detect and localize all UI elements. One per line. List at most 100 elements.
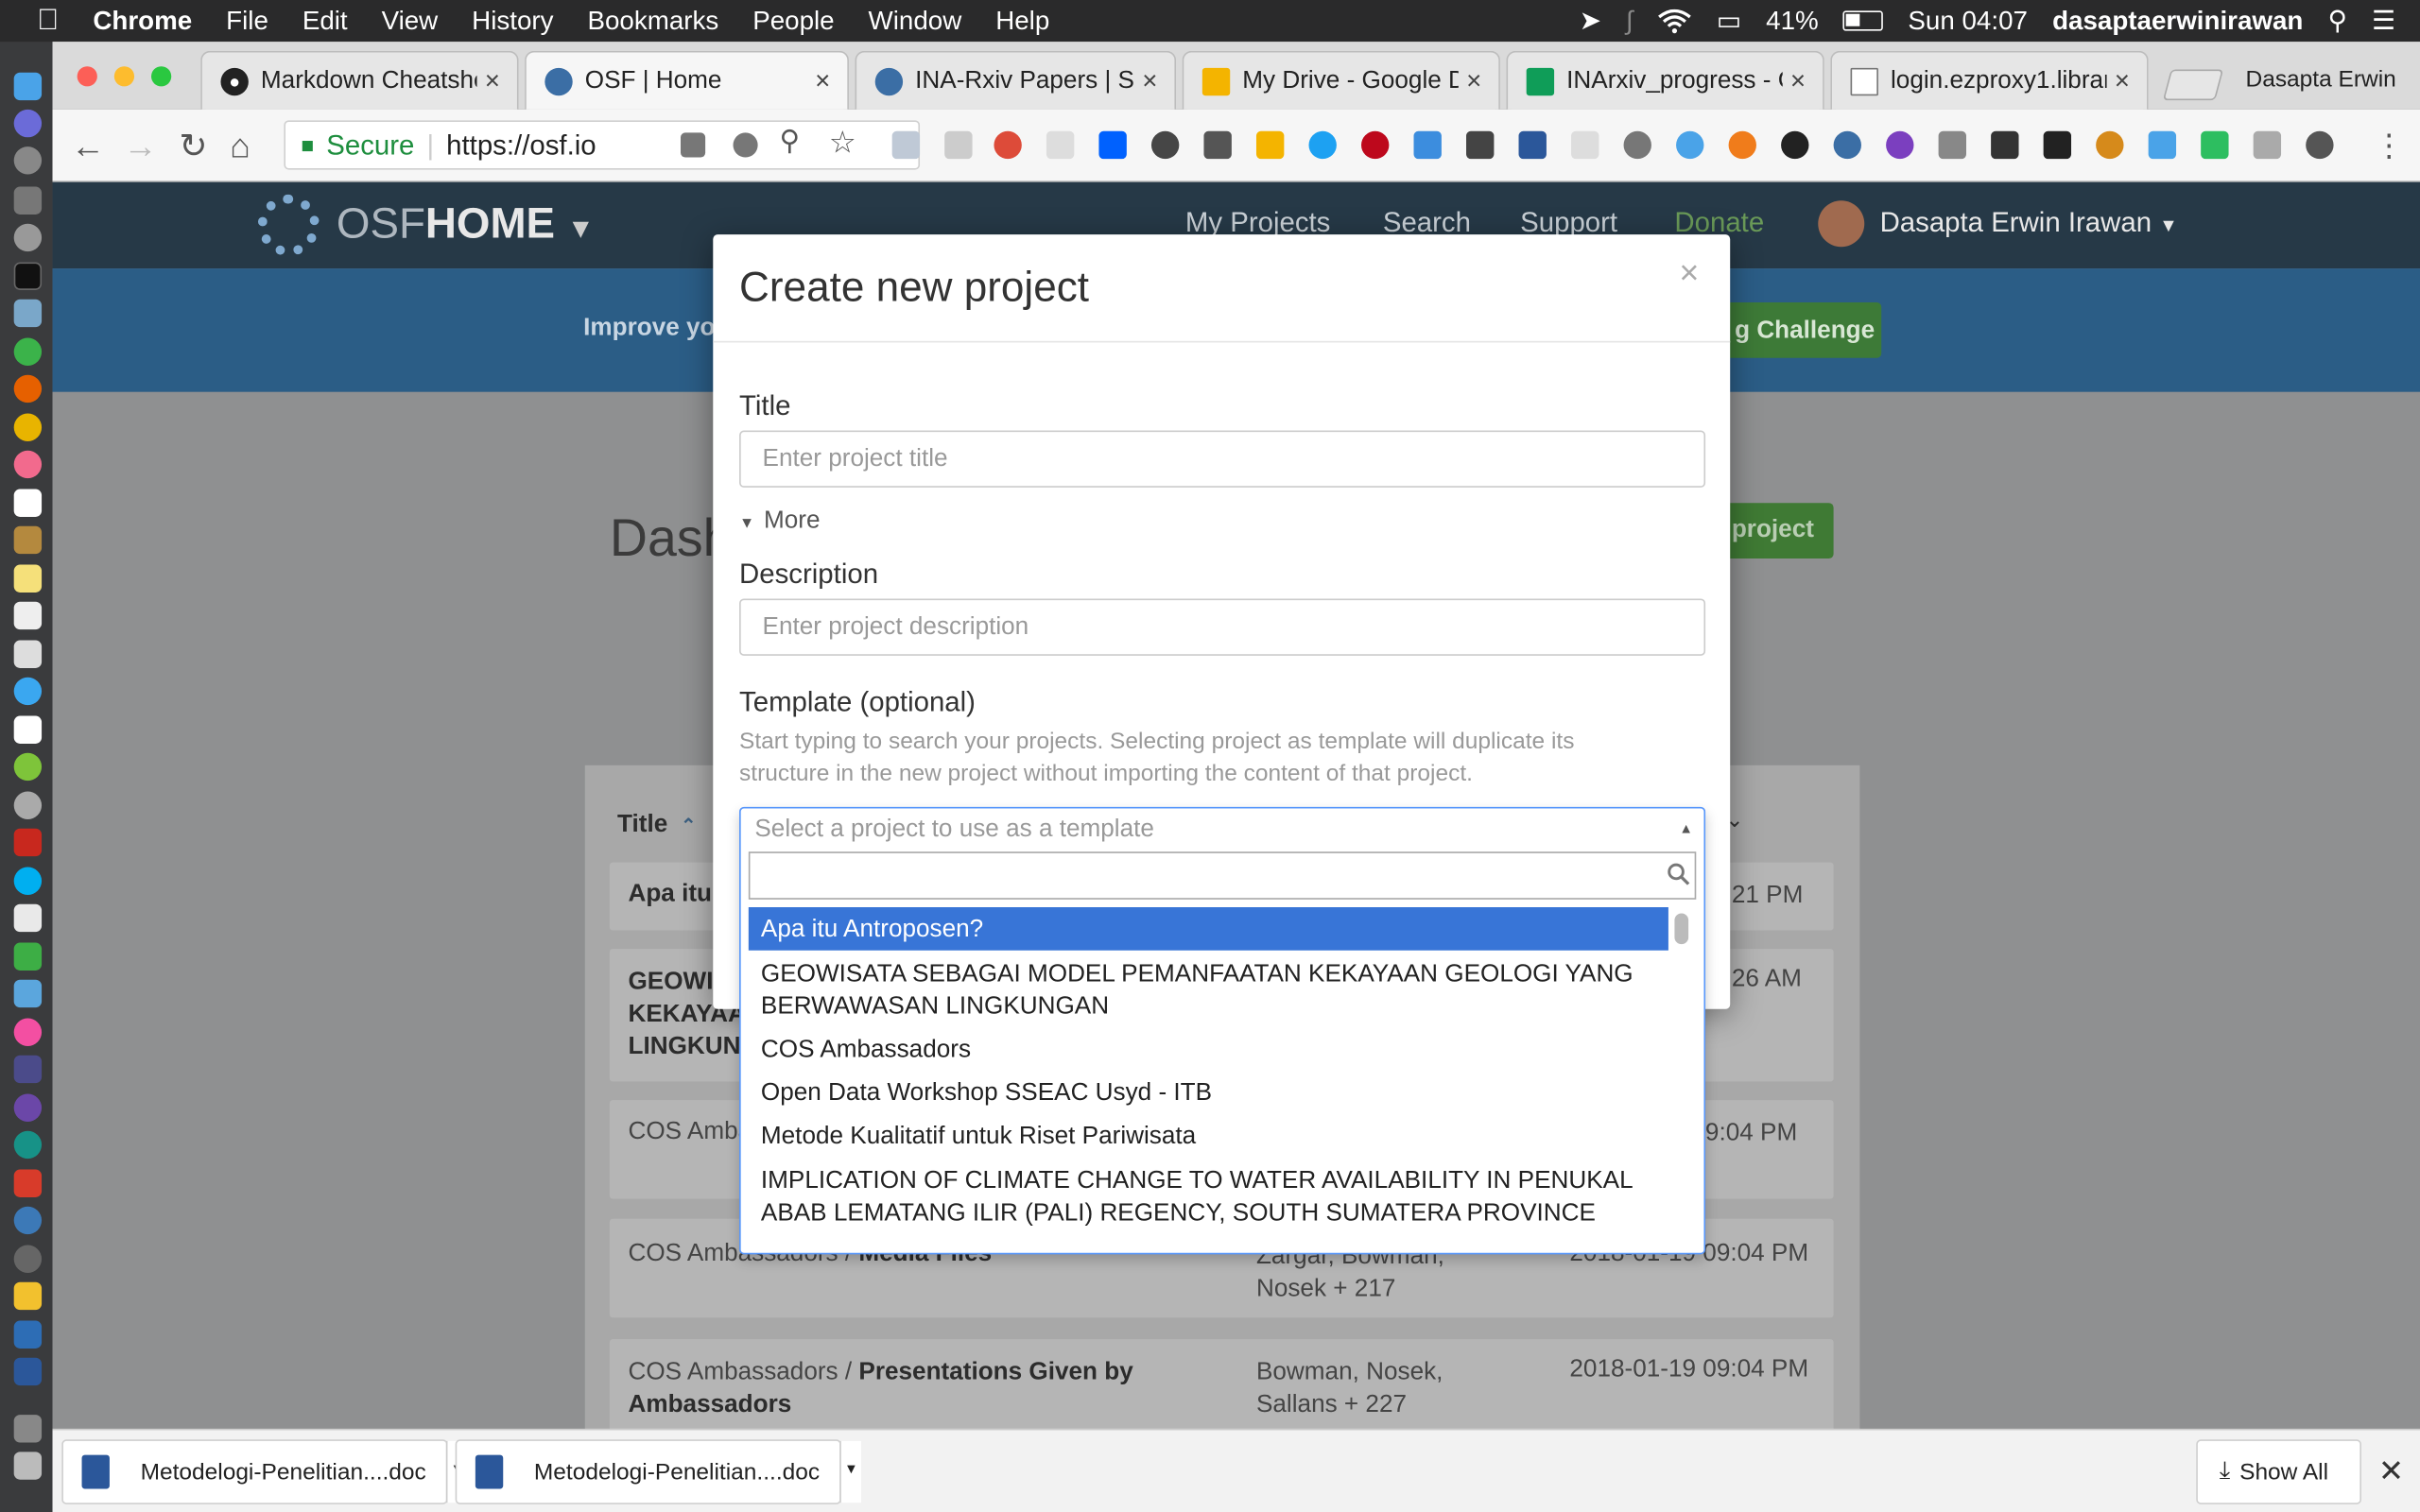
- extension-wordpress-icon[interactable]: [1150, 130, 1180, 160]
- privacy-badger-icon[interactable]: [681, 132, 706, 158]
- tab-inarxiv-progress[interactable]: INArxiv_progress - G ×: [1506, 50, 1824, 110]
- tab-google-drive[interactable]: My Drive - Google D ×: [1182, 50, 1500, 110]
- extension-s-icon[interactable]: [2096, 130, 2124, 160]
- extension-image-icon[interactable]: [2253, 130, 2282, 160]
- extension-tweetdeck-icon[interactable]: [1203, 130, 1232, 160]
- airplay-icon[interactable]: ▭: [1717, 6, 1741, 37]
- extension-chat-icon[interactable]: [1571, 130, 1599, 160]
- extension-evernote-icon[interactable]: [2201, 130, 2229, 160]
- extension-book-icon[interactable]: [1518, 130, 1547, 160]
- wifi-icon[interactable]: [1658, 8, 1692, 33]
- extension-google-drive-icon[interactable]: [1255, 130, 1285, 160]
- menu-people[interactable]: People: [752, 6, 834, 37]
- launchpad-icon[interactable]: [13, 223, 43, 252]
- project-description-input[interactable]: Enter project description: [739, 598, 1706, 656]
- more-toggle[interactable]: ▼ More: [739, 507, 820, 535]
- automator-icon[interactable]: [13, 186, 43, 215]
- extension-pocket-icon[interactable]: [2306, 130, 2334, 160]
- extension-orange-icon[interactable]: [1728, 130, 1756, 160]
- extension-status-icon[interactable]: ➤: [1580, 6, 1601, 37]
- new-tab-button[interactable]: [2162, 69, 2224, 101]
- reload-icon[interactable]: ↻: [179, 127, 207, 166]
- skype-icon[interactable]: [13, 867, 43, 895]
- tab-close-icon[interactable]: ×: [1459, 65, 1490, 96]
- document-icon[interactable]: [13, 640, 43, 668]
- quicktime-icon[interactable]: [13, 752, 43, 782]
- template-select[interactable]: Select a project to use as a template ▲ …: [739, 806, 1706, 1255]
- template-option[interactable]: Metode Kualitatif untuk Riset Pariwisata: [749, 1114, 1668, 1159]
- texshop-icon[interactable]: [13, 1055, 43, 1084]
- apple-icon[interactable]: : [37, 4, 59, 38]
- tab-markdown-cheatsheet[interactable]: ● Markdown Cheatshe ×: [200, 50, 519, 110]
- tab-close-icon[interactable]: ×: [2107, 65, 2138, 96]
- home-icon[interactable]: ⌂: [230, 127, 251, 166]
- preview-icon[interactable]: [13, 299, 43, 328]
- cookie-block-icon[interactable]: [733, 132, 758, 158]
- extension-dropbox-icon[interactable]: [1098, 130, 1127, 160]
- row-title[interactable]: Apa itu: [628, 881, 712, 908]
- extension-lt-icon[interactable]: [1991, 130, 2019, 160]
- rstudio-icon[interactable]: [13, 1206, 43, 1235]
- menu-window[interactable]: Window: [869, 6, 962, 37]
- avatar[interactable]: [1818, 200, 1865, 248]
- word-icon[interactable]: [13, 1357, 43, 1386]
- back-icon[interactable]: ←: [71, 127, 105, 166]
- extension-ghostery-icon[interactable]: [891, 130, 921, 160]
- close-downloads-bar-icon[interactable]: ✕: [2378, 1452, 2404, 1490]
- window-close-button[interactable]: [77, 66, 97, 87]
- spotlight-search-icon[interactable]: ⚲: [2328, 6, 2347, 37]
- tab-ina-rxiv-papers[interactable]: INA-Rxiv Papers | Se ×: [855, 50, 1177, 110]
- template-option[interactable]: IMPLICATION OF CLIMATE CHANGE TO WATER A…: [749, 1159, 1668, 1236]
- project-title-input[interactable]: Enter project title: [739, 430, 1706, 488]
- extension-multi-icon[interactable]: [1413, 130, 1442, 160]
- template-option[interactable]: COS Ambassadors: [749, 1027, 1668, 1072]
- extension-c-icon[interactable]: [1781, 130, 1809, 160]
- extension-pinterest-icon[interactable]: [1361, 130, 1390, 160]
- download-item[interactable]: Metodelogi-Penelitian....doc ▼: [61, 1439, 468, 1504]
- forward-icon[interactable]: →: [124, 127, 158, 166]
- menu-file[interactable]: File: [226, 6, 268, 37]
- chrome-menu-icon[interactable]: ⋮: [2374, 127, 2405, 165]
- extension-cast-icon[interactable]: [2148, 130, 2177, 160]
- extension-rv-icon[interactable]: [1938, 130, 1966, 160]
- zoom-icon[interactable]: ⚲: [779, 125, 800, 157]
- extension-osf-icon[interactable]: [1833, 130, 1861, 160]
- system-preferences-icon[interactable]: [13, 146, 43, 175]
- template-select-placeholder[interactable]: Select a project to use as a template: [754, 816, 1154, 844]
- address-bar[interactable]: ■ Secure | https://osf.io ⚲ ☆: [284, 120, 921, 170]
- tab-ezproxy-login[interactable]: login.ezproxy1.library ×: [1830, 50, 2149, 110]
- options-scrollbar[interactable]: [1674, 913, 1689, 945]
- tab-osf-home[interactable]: OSF | Home ×: [525, 50, 849, 110]
- extension-notes-icon[interactable]: [1046, 130, 1075, 160]
- create-project-button[interactable]: project: [1719, 503, 1834, 559]
- clock[interactable]: Sun 04:07: [1908, 6, 2028, 37]
- file-icon[interactable]: [13, 715, 43, 744]
- row-title[interactable]: COS Amba: [628, 1119, 752, 1146]
- bookmark-star-icon[interactable]: ☆: [829, 124, 856, 163]
- downloads-stack-icon[interactable]: [13, 1415, 43, 1443]
- table-row[interactable]: COS Ambassadors / Presentations Given by…: [609, 1339, 1834, 1429]
- osf-logo-icon[interactable]: [257, 194, 320, 257]
- presentation-icon[interactable]: [13, 979, 43, 1008]
- modal-close-button[interactable]: ×: [1679, 253, 1699, 293]
- terminal-icon[interactable]: [13, 262, 43, 290]
- download-menu-caret-icon[interactable]: ▼: [839, 1440, 862, 1503]
- tab-close-icon[interactable]: ×: [1134, 65, 1166, 96]
- menu-help[interactable]: Help: [995, 6, 1049, 37]
- tab-close-icon[interactable]: ×: [1783, 65, 1814, 96]
- template-search-input[interactable]: [748, 851, 1697, 900]
- cyberduck-icon[interactable]: [13, 1281, 43, 1311]
- extension-google-plus-icon[interactable]: [994, 130, 1022, 160]
- xcode-icon[interactable]: [13, 1320, 43, 1349]
- column-title-sort[interactable]: Title ⌃: [617, 812, 696, 839]
- extension-drop-icon[interactable]: [1676, 130, 1704, 160]
- contacts-icon[interactable]: [13, 525, 43, 555]
- mendeley-icon[interactable]: [13, 1169, 43, 1197]
- extension-globe-icon[interactable]: [1623, 130, 1651, 160]
- siri-icon[interactable]: [13, 109, 43, 138]
- menu-history[interactable]: History: [472, 6, 553, 37]
- window-minimize-button[interactable]: [113, 66, 135, 87]
- zotero-icon[interactable]: [13, 828, 43, 857]
- trash-icon[interactable]: [13, 1452, 43, 1480]
- tab-close-icon[interactable]: ×: [807, 65, 838, 96]
